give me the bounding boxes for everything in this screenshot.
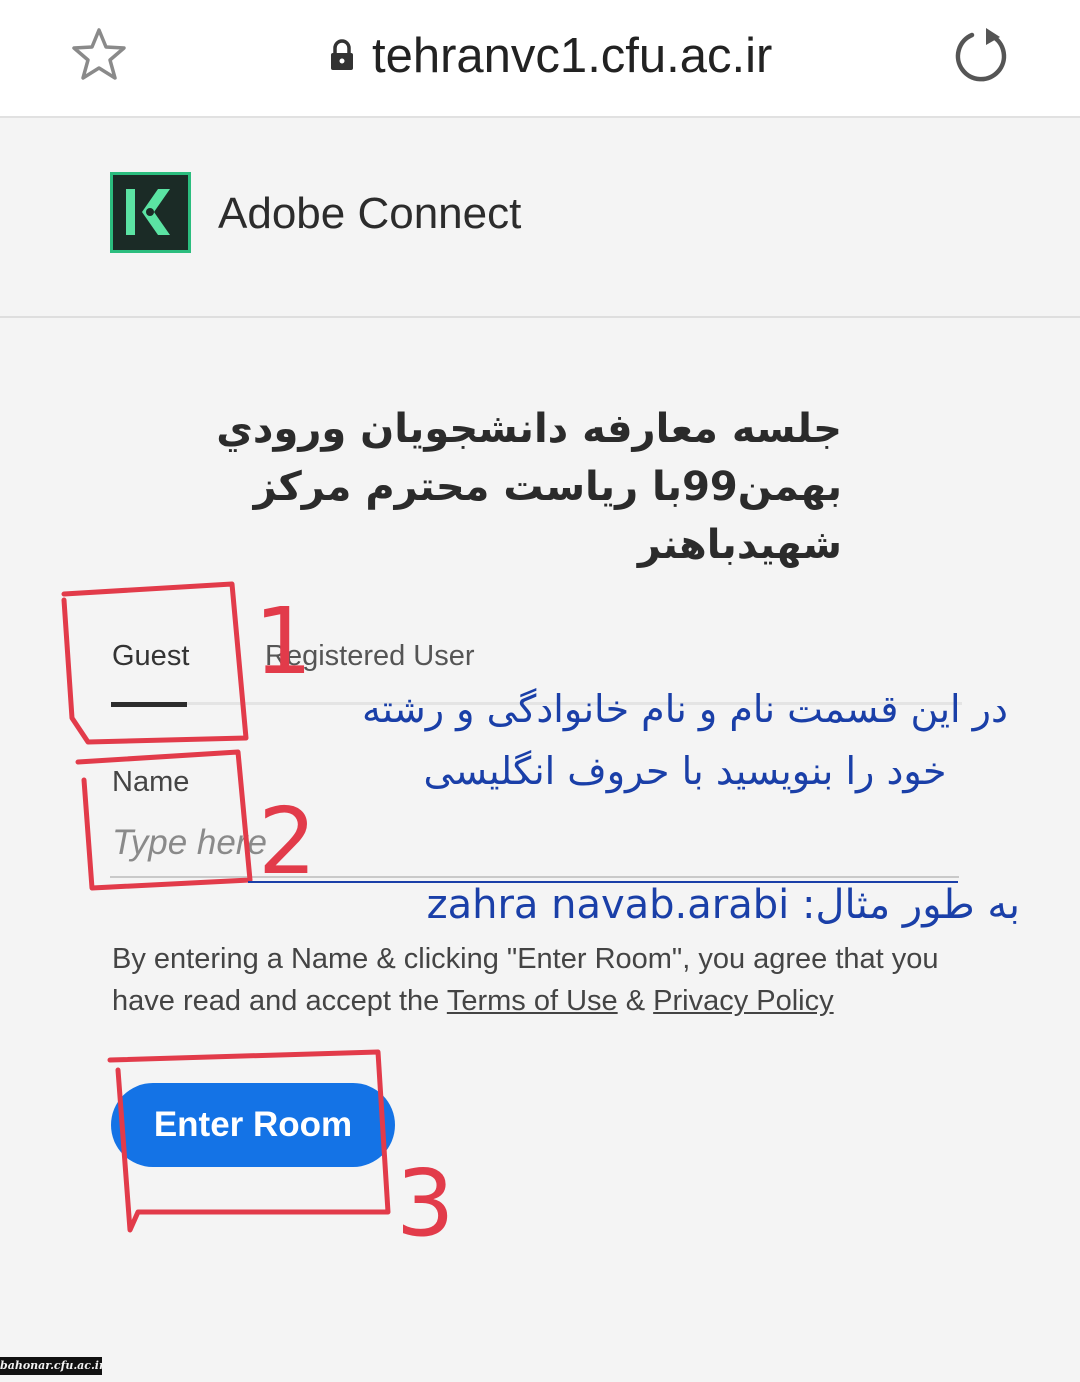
product-name: Adobe Connect — [218, 189, 522, 238]
reload-icon[interactable] — [948, 24, 1014, 90]
agreement-ampersand: & — [617, 985, 654, 1017]
app-header: Adobe Connect — [0, 118, 1080, 318]
annotation-note: در این قسمت نام و نام خانوادگی و رشته خو… — [362, 687, 1008, 793]
name-input[interactable] — [110, 810, 959, 878]
annotation-step-1: 1 — [254, 588, 313, 695]
enter-room-button[interactable]: Enter Room — [111, 1083, 395, 1167]
agreement-text: By entering a Name & clicking "Enter Roo… — [112, 938, 972, 1022]
tab-selected-indicator — [111, 702, 187, 707]
star-icon[interactable] — [68, 24, 130, 86]
annotation-step-3: 3 — [396, 1150, 455, 1257]
meeting-title: جلسه معارفه دانشجويان ورودي بهمن99با ریا… — [216, 406, 842, 568]
watermark: bahonar.cfu.ac.ir — [0, 1357, 105, 1375]
tab-guest[interactable]: Guest — [112, 636, 189, 676]
adobe-connect-logo-icon — [110, 172, 191, 253]
annotation-step-2: 2 — [258, 788, 317, 895]
annotation-example: به طور مثال: zahra navab.arabi — [426, 882, 1020, 928]
terms-of-use-link[interactable]: Terms of Use — [447, 985, 618, 1017]
lock-icon — [331, 39, 353, 70]
url-bar[interactable]: tehranvc1.cfu.ac.ir — [372, 26, 772, 86]
name-label: Name — [112, 766, 190, 798]
privacy-policy-link[interactable]: Privacy Policy — [653, 985, 834, 1017]
browser-toolbar: tehranvc1.cfu.ac.ir — [0, 0, 1080, 118]
